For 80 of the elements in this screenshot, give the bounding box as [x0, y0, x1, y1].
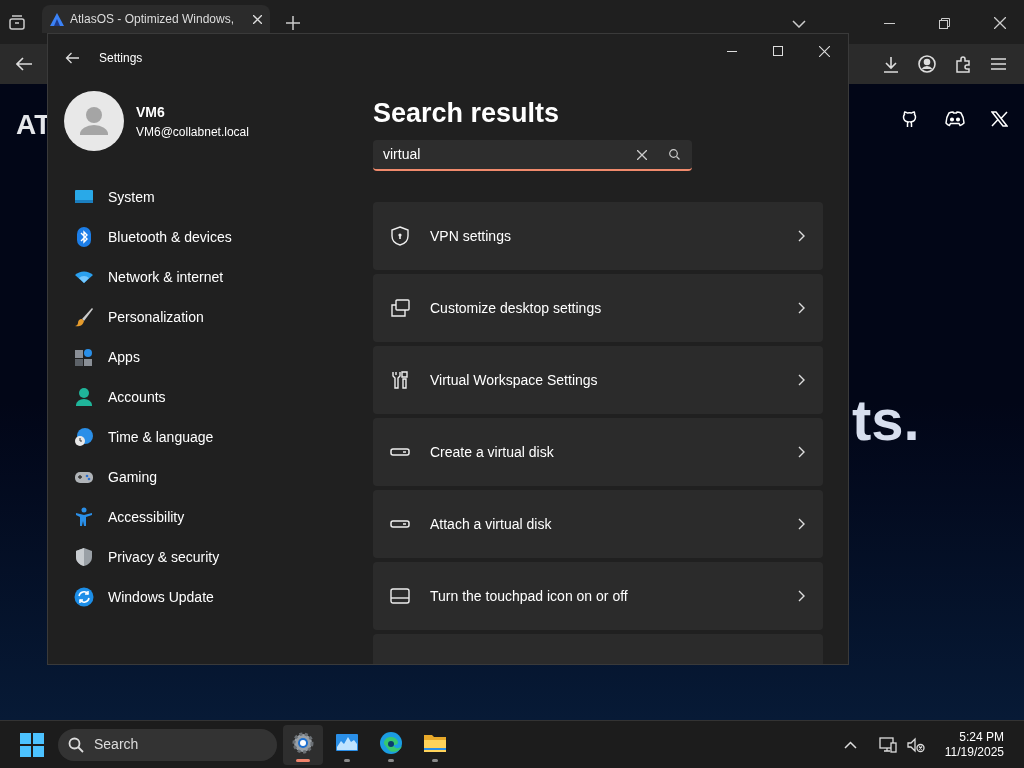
clock-time[interactable]: 5:24 PM [959, 729, 1004, 745]
browser-swirl-icon [379, 731, 403, 755]
gear-icon [291, 731, 315, 755]
logo-icon [50, 12, 64, 26]
close-icon[interactable] [819, 45, 830, 57]
back-arrow-icon[interactable] [65, 52, 79, 64]
touchpad-icon [390, 586, 410, 606]
result-card[interactable]: Customize desktop settings [373, 274, 823, 342]
new-tab-icon[interactable] [286, 16, 300, 30]
logo-text: AT [16, 108, 52, 142]
browser-tab[interactable]: AtlasOS - Optimized Windows, [42, 5, 270, 33]
close-icon[interactable] [994, 17, 1006, 29]
settings-search-box[interactable]: virtual [373, 140, 692, 171]
close-tab-icon[interactable] [253, 14, 262, 24]
bluetooth-icon [74, 227, 94, 247]
avatar-icon[interactable] [64, 91, 124, 151]
hero-heading: ts. [852, 391, 920, 449]
user-email: VM6@collabnet.local [136, 123, 249, 141]
clear-icon[interactable] [637, 149, 647, 160]
running-indicator [432, 759, 438, 762]
sidebar-item[interactable]: Windows Update [64, 577, 373, 617]
chevron-right-icon [798, 374, 805, 386]
accessibility-figure-icon [74, 507, 94, 527]
profile-icon[interactable] [918, 55, 936, 73]
sidebar-item[interactable]: Time & language [64, 417, 373, 457]
minimize-icon[interactable] [727, 50, 737, 52]
maximize-icon[interactable] [773, 46, 783, 56]
chevron-right-icon [798, 518, 805, 530]
tools-icon [390, 370, 410, 390]
taskbar-search-field[interactable]: Search [58, 728, 277, 761]
running-indicator [388, 759, 394, 762]
restore-icon[interactable] [939, 18, 950, 29]
sidebar-item[interactable]: Apps [64, 337, 373, 377]
network-icon[interactable] [878, 736, 897, 753]
speaker-muted-icon[interactable] [906, 736, 925, 753]
window-title: Settings [99, 50, 143, 67]
sidebar-item[interactable]: Gaming [64, 457, 373, 497]
search-icon [68, 736, 84, 753]
discord-icon[interactable] [945, 111, 965, 127]
running-indicator [344, 759, 350, 762]
clock-date[interactable]: 11/19/2025 [944, 744, 1004, 760]
running-indicator [296, 759, 310, 762]
result-card[interactable]: Attach a virtual disk [373, 490, 823, 558]
result-card[interactable]: Create a virtual disk [373, 418, 823, 486]
sidebar-item[interactable]: Bluetooth & devices [64, 217, 373, 257]
windows-overlap-icon [390, 298, 410, 318]
search-icon[interactable] [669, 149, 680, 160]
back-arrow-icon[interactable] [16, 57, 32, 71]
page-heading: Search results [373, 97, 561, 130]
sidebar-item[interactable]: Accessibility [64, 497, 373, 537]
download-icon[interactable] [883, 55, 899, 73]
result-card[interactable]: Turn the touchpad icon on or off [373, 562, 823, 630]
taskbar-app[interactable] [283, 724, 323, 765]
apps-grid-icon [74, 347, 94, 367]
tab-list-icon[interactable] [8, 14, 26, 30]
chevron-right-icon [798, 590, 805, 602]
chevron-right-icon [798, 230, 805, 242]
sidebar-item[interactable]: System [64, 177, 373, 217]
x-logo-icon[interactable] [991, 111, 1008, 127]
chevron-right-icon [798, 446, 805, 458]
shield-icon [390, 226, 410, 246]
sync-icon [74, 587, 94, 607]
result-card[interactable]: VPN settings [373, 202, 823, 270]
person-icon [74, 387, 94, 407]
github-icon[interactable] [901, 110, 919, 128]
sidebar-item[interactable]: Accounts [64, 377, 373, 417]
paintbrush-icon [74, 307, 94, 327]
globe-clock-icon [74, 427, 94, 447]
extensions-icon[interactable] [955, 55, 972, 73]
chevron-right-icon [798, 302, 805, 314]
shield-icon [74, 547, 94, 567]
tab-dropdown-icon[interactable] [792, 20, 806, 28]
sidebar-item[interactable]: Personalization [64, 297, 373, 337]
chevron-up-icon[interactable] [843, 740, 857, 749]
result-card[interactable]: Virtual Workspace Settings [373, 346, 823, 414]
windows-start-icon[interactable] [20, 732, 44, 757]
user-name: VM6 [136, 102, 166, 122]
sidebar-item[interactable]: Network & internet [64, 257, 373, 297]
sidebar-item[interactable]: Privacy & security [64, 537, 373, 577]
menu-icon[interactable] [991, 58, 1006, 70]
